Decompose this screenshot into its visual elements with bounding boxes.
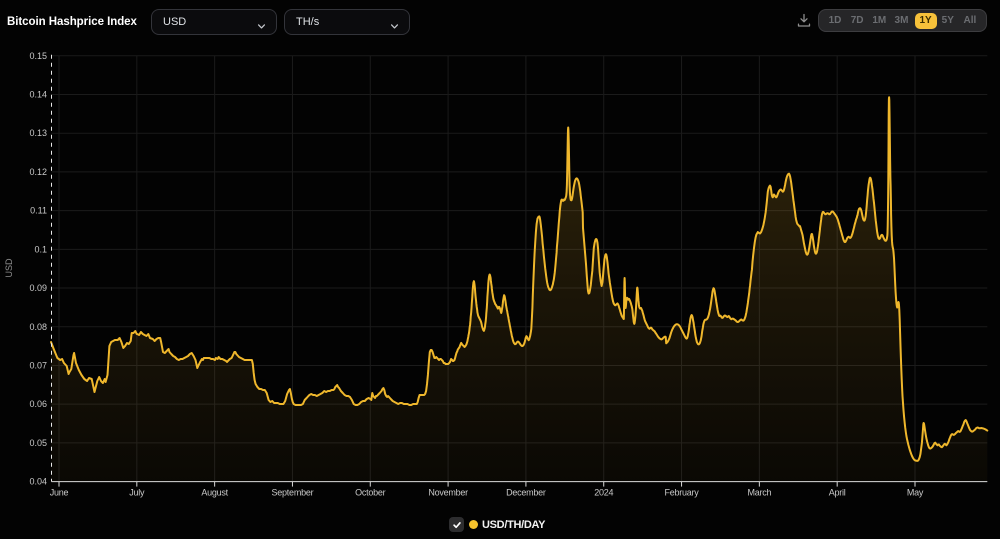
svg-text:0.08: 0.08 (29, 322, 47, 332)
svg-text:September: September (272, 488, 314, 498)
svg-text:0.11: 0.11 (30, 206, 47, 216)
svg-text:June: June (50, 488, 69, 498)
svg-text:November: November (428, 488, 468, 498)
svg-text:0.13: 0.13 (29, 128, 47, 138)
svg-text:May: May (907, 488, 924, 498)
svg-text:0.04: 0.04 (29, 477, 47, 487)
svg-text:0.14: 0.14 (29, 90, 47, 100)
svg-text:August: August (201, 488, 228, 498)
svg-text:0.06: 0.06 (29, 399, 47, 409)
svg-text:0.12: 0.12 (29, 167, 47, 177)
svg-text:October: October (355, 488, 386, 498)
svg-text:February: February (665, 488, 700, 498)
svg-text:0.05: 0.05 (29, 438, 47, 448)
svg-text:March: March (747, 488, 771, 498)
svg-text:0.15: 0.15 (29, 51, 47, 61)
svg-text:July: July (129, 488, 145, 498)
svg-text:USD: USD (4, 258, 14, 278)
svg-text:0.1: 0.1 (34, 244, 47, 254)
svg-text:2024: 2024 (594, 488, 613, 498)
svg-text:0.07: 0.07 (29, 360, 47, 370)
svg-text:April: April (829, 488, 846, 498)
svg-text:0.09: 0.09 (29, 283, 47, 293)
svg-text:December: December (506, 488, 546, 498)
